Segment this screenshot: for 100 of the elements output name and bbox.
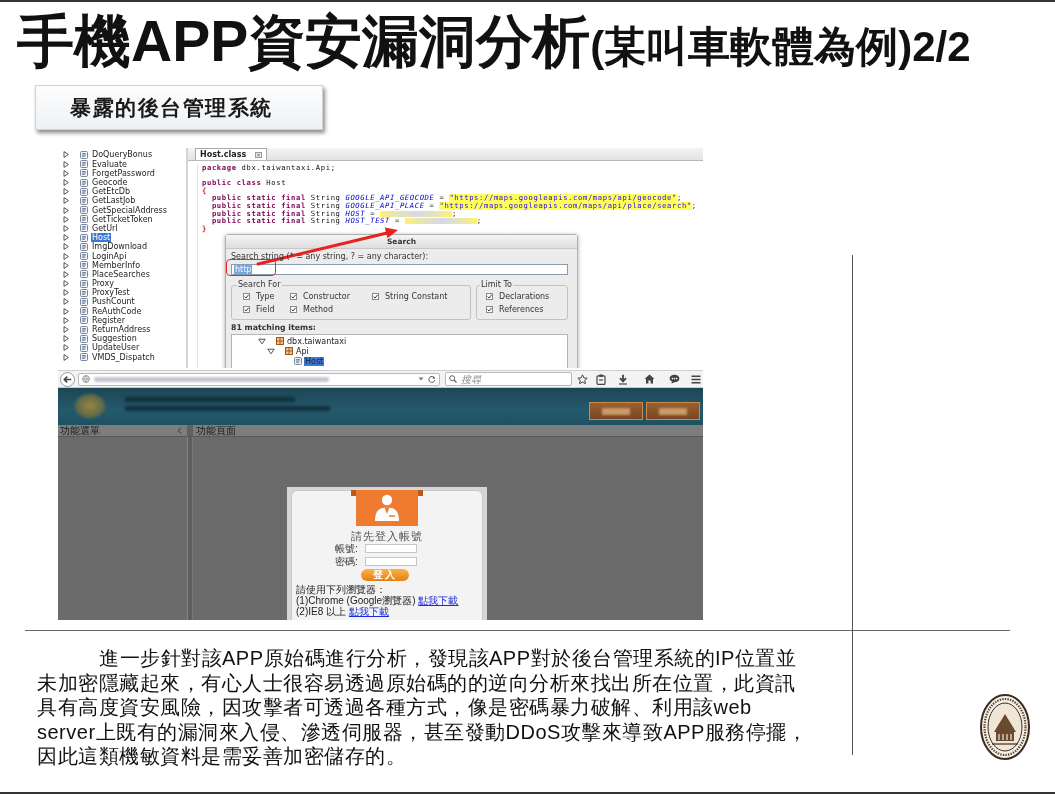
clipboard-icon[interactable] [596,373,606,385]
panel-title: 功能頁面 [196,425,236,436]
input-field[interactable] [365,557,417,566]
tree-item[interactable]: GetUrl [91,224,119,233]
checkbox[interactable] [243,306,250,313]
tree-item[interactable]: ForgetPassword [91,168,156,178]
tree-item[interactable]: Suggestion [91,334,138,344]
download-link[interactable]: 點我下載 [349,606,389,617]
caret-right-icon[interactable] [63,344,69,352]
tree-item[interactable]: ReturnAddress [91,325,152,335]
chat-icon[interactable] [669,374,680,384]
tree-item[interactable]: GetEtcDb [91,187,132,197]
editor-tab[interactable]: Host.class [195,148,268,160]
caret-right-icon[interactable] [63,335,69,343]
caret-right-icon[interactable] [63,179,69,187]
tree-item[interactable]: GetLastJob [91,196,137,206]
checkbox-label: Constructor [303,292,350,301]
result-item[interactable]: Host [304,356,325,366]
checkbox[interactable] [290,293,297,300]
browser-note: 請使用下列瀏覽器： [296,584,387,595]
caret-right-icon[interactable] [63,280,69,288]
tree-item[interactable]: Register [91,315,126,325]
input-field[interactable] [365,544,417,553]
title-suffix: (某叫車軟體為例)2/2 [590,22,971,72]
body-text: 進一步針對該APP原始碼進行分析，發現該APP對於後台管理系統的IP位置並未加密隱藏起來，有心人士很容易透過原始碼的的逆向分析來找出所在位置，此資訊具有高度資安風險，因攻擊者可透過各種方式，像是密碼暴力破解、利用該web server上既有的漏洞來入侵、滲透伺服器，甚至發動DDoS攻擊來導致APP服務停擺，因此這類機敏資料是需妥善加密儲存的。 [37,646,809,769]
tree-item[interactable]: Evaluate [91,159,128,169]
tree-item[interactable]: VMDS_Dispatch [91,352,156,362]
caret-down-icon[interactable] [267,347,275,355]
star-icon[interactable] [577,373,588,385]
checkbox-label: Type [256,292,275,301]
section-label: 暴露的後台管理系統 [35,85,323,130]
checkbox-label: References [499,305,544,314]
caret-right-icon[interactable] [63,225,69,232]
tree-item[interactable]: Geocode [91,178,129,188]
tree-item[interactable]: ReAuthCode [91,306,143,316]
caret-down-icon[interactable] [418,377,424,381]
checkbox[interactable] [290,306,297,313]
tree-item[interactable]: PushCount [91,297,136,307]
tree-item[interactable]: GetSpecialAddress [91,205,168,215]
checkbox[interactable] [486,293,493,300]
caret-right-icon[interactable] [63,289,69,297]
caret-right-icon[interactable] [63,298,69,306]
caret-right-icon[interactable] [63,316,69,324]
menu-icon[interactable] [691,374,701,384]
tree-item[interactable]: LoginApi [91,251,128,261]
round-seal-logo [980,694,1030,760]
search-field[interactable]: 搜尋 [445,372,572,386]
package-icon [285,347,293,355]
group-label: Limit To [480,280,513,290]
class-file-icon [294,357,302,365]
home-icon[interactable] [644,374,655,384]
caret-right-icon[interactable] [63,307,69,315]
caret-right-icon[interactable] [63,234,69,242]
caret-right-icon[interactable] [63,270,69,278]
slide-title: 手機APP資安漏洞分析 [17,10,591,72]
blurred-logo [75,394,105,418]
caret-right-icon[interactable] [63,261,69,269]
checkbox[interactable] [486,306,493,313]
tree-item[interactable]: Proxy [91,279,115,289]
caret-right-icon[interactable] [63,215,69,223]
download-link[interactable]: 點我下載 [418,595,459,606]
checkbox[interactable] [243,293,250,300]
caret-right-icon[interactable] [63,326,69,334]
field-label: 密碼: [335,556,359,567]
tree-item[interactable]: ProxyTest [91,288,131,298]
caret-right-icon[interactable] [63,197,69,205]
group-label: Search For [237,280,282,290]
tree-item[interactable]: DoQueryBonus [91,150,154,160]
result-item[interactable]: dbx.taiwantaxi [286,336,348,346]
tree-item[interactable]: GetTicketToken [91,214,154,224]
blurred-button[interactable] [646,402,700,420]
caret-down-icon[interactable] [258,337,266,345]
tree-item[interactable]: MemberInfo [91,260,142,270]
reload-icon[interactable] [428,375,436,383]
browser-requirement: (2)IE8 以上 [296,606,346,617]
close-icon[interactable] [255,151,263,158]
login-heading: 請先登入帳號 [350,530,424,543]
annotation-box [226,259,276,276]
tree-item[interactable]: Host [91,233,112,243]
tree-item[interactable]: UpdateUser [91,343,141,353]
checkbox-label: String Constant [385,292,448,301]
caret-right-icon[interactable] [63,353,69,361]
tree-item[interactable]: PlaceSearches [91,269,151,279]
field-label: 帳號: [335,543,359,554]
checkbox-label: Declarations [499,292,550,301]
download-icon[interactable] [618,373,628,385]
caret-right-icon[interactable] [63,160,69,168]
caret-right-icon[interactable] [63,169,69,177]
caret-right-icon[interactable] [63,252,69,260]
blurred-button[interactable] [589,402,643,420]
checkbox[interactable] [372,293,379,300]
caret-right-icon[interactable] [63,243,69,251]
chevron-left-icon[interactable] [177,427,182,434]
checkbox-label: Method [303,305,333,314]
caret-right-icon[interactable] [63,151,69,159]
tree-item[interactable]: ImgDownload [91,242,148,252]
caret-right-icon[interactable] [63,206,69,214]
globe-icon [82,375,90,383]
result-item[interactable]: Api [295,346,310,356]
caret-right-icon[interactable] [63,188,69,196]
